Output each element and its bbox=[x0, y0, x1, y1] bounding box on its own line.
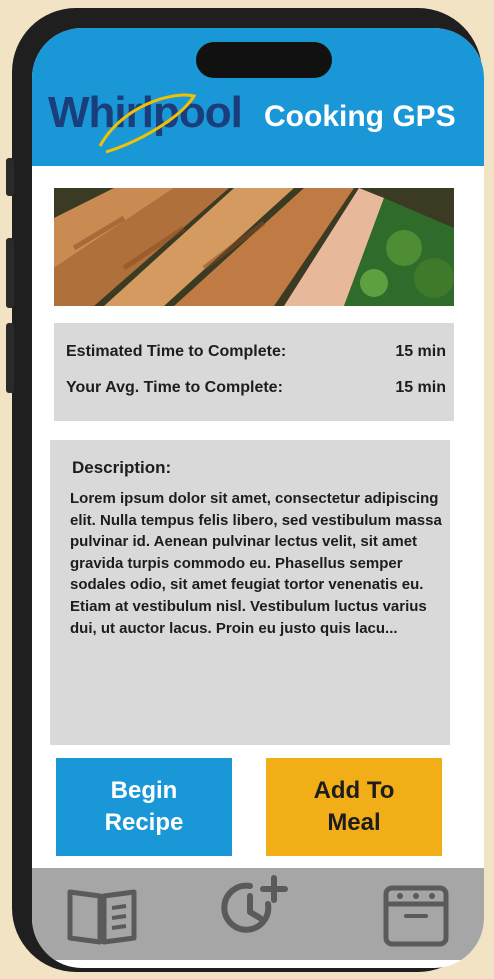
time-info-panel: Estimated Time to Complete: 15 min Your … bbox=[54, 323, 454, 421]
app-title: Cooking GPS bbox=[264, 100, 456, 133]
add-to-meal-button[interactable]: Add To Meal bbox=[266, 758, 442, 856]
bottom-nav bbox=[32, 868, 484, 960]
phone-volume-down-button bbox=[6, 323, 14, 393]
phone-frame: Whirlpool Cooking GPS Estimated Time to … bbox=[6, 8, 484, 972]
average-time-row: Your Avg. Time to Complete: 15 min bbox=[66, 379, 446, 397]
description-body: Lorem ipsum dolor sit amet, consectetur … bbox=[70, 490, 442, 637]
estimated-time-label: Estimated Time to Complete: bbox=[66, 343, 287, 360]
average-time-value: 15 min bbox=[395, 379, 446, 396]
description-title: Description: bbox=[72, 458, 172, 477]
recipe-hero-image bbox=[54, 188, 454, 306]
average-time-label: Your Avg. Time to Complete: bbox=[66, 379, 283, 396]
app-screen: Whirlpool Cooking GPS Estimated Time to … bbox=[32, 28, 484, 968]
begin-recipe-button[interactable]: Begin Recipe bbox=[56, 758, 232, 856]
estimated-time-row: Estimated Time to Complete: 15 min bbox=[66, 343, 446, 361]
book-icon[interactable] bbox=[62, 882, 142, 948]
oven-icon[interactable] bbox=[376, 882, 456, 948]
phone-side-button bbox=[6, 158, 14, 196]
estimated-time-value: 15 min bbox=[395, 343, 446, 360]
camera-notch bbox=[196, 42, 332, 78]
description-panel: Description: Lorem ipsum dolor sit amet,… bbox=[50, 440, 450, 745]
phone-volume-up-button bbox=[6, 238, 14, 308]
clock-plus-icon[interactable] bbox=[216, 874, 296, 940]
brand-swoosh-icon bbox=[98, 93, 197, 154]
salmon-image bbox=[54, 188, 454, 306]
